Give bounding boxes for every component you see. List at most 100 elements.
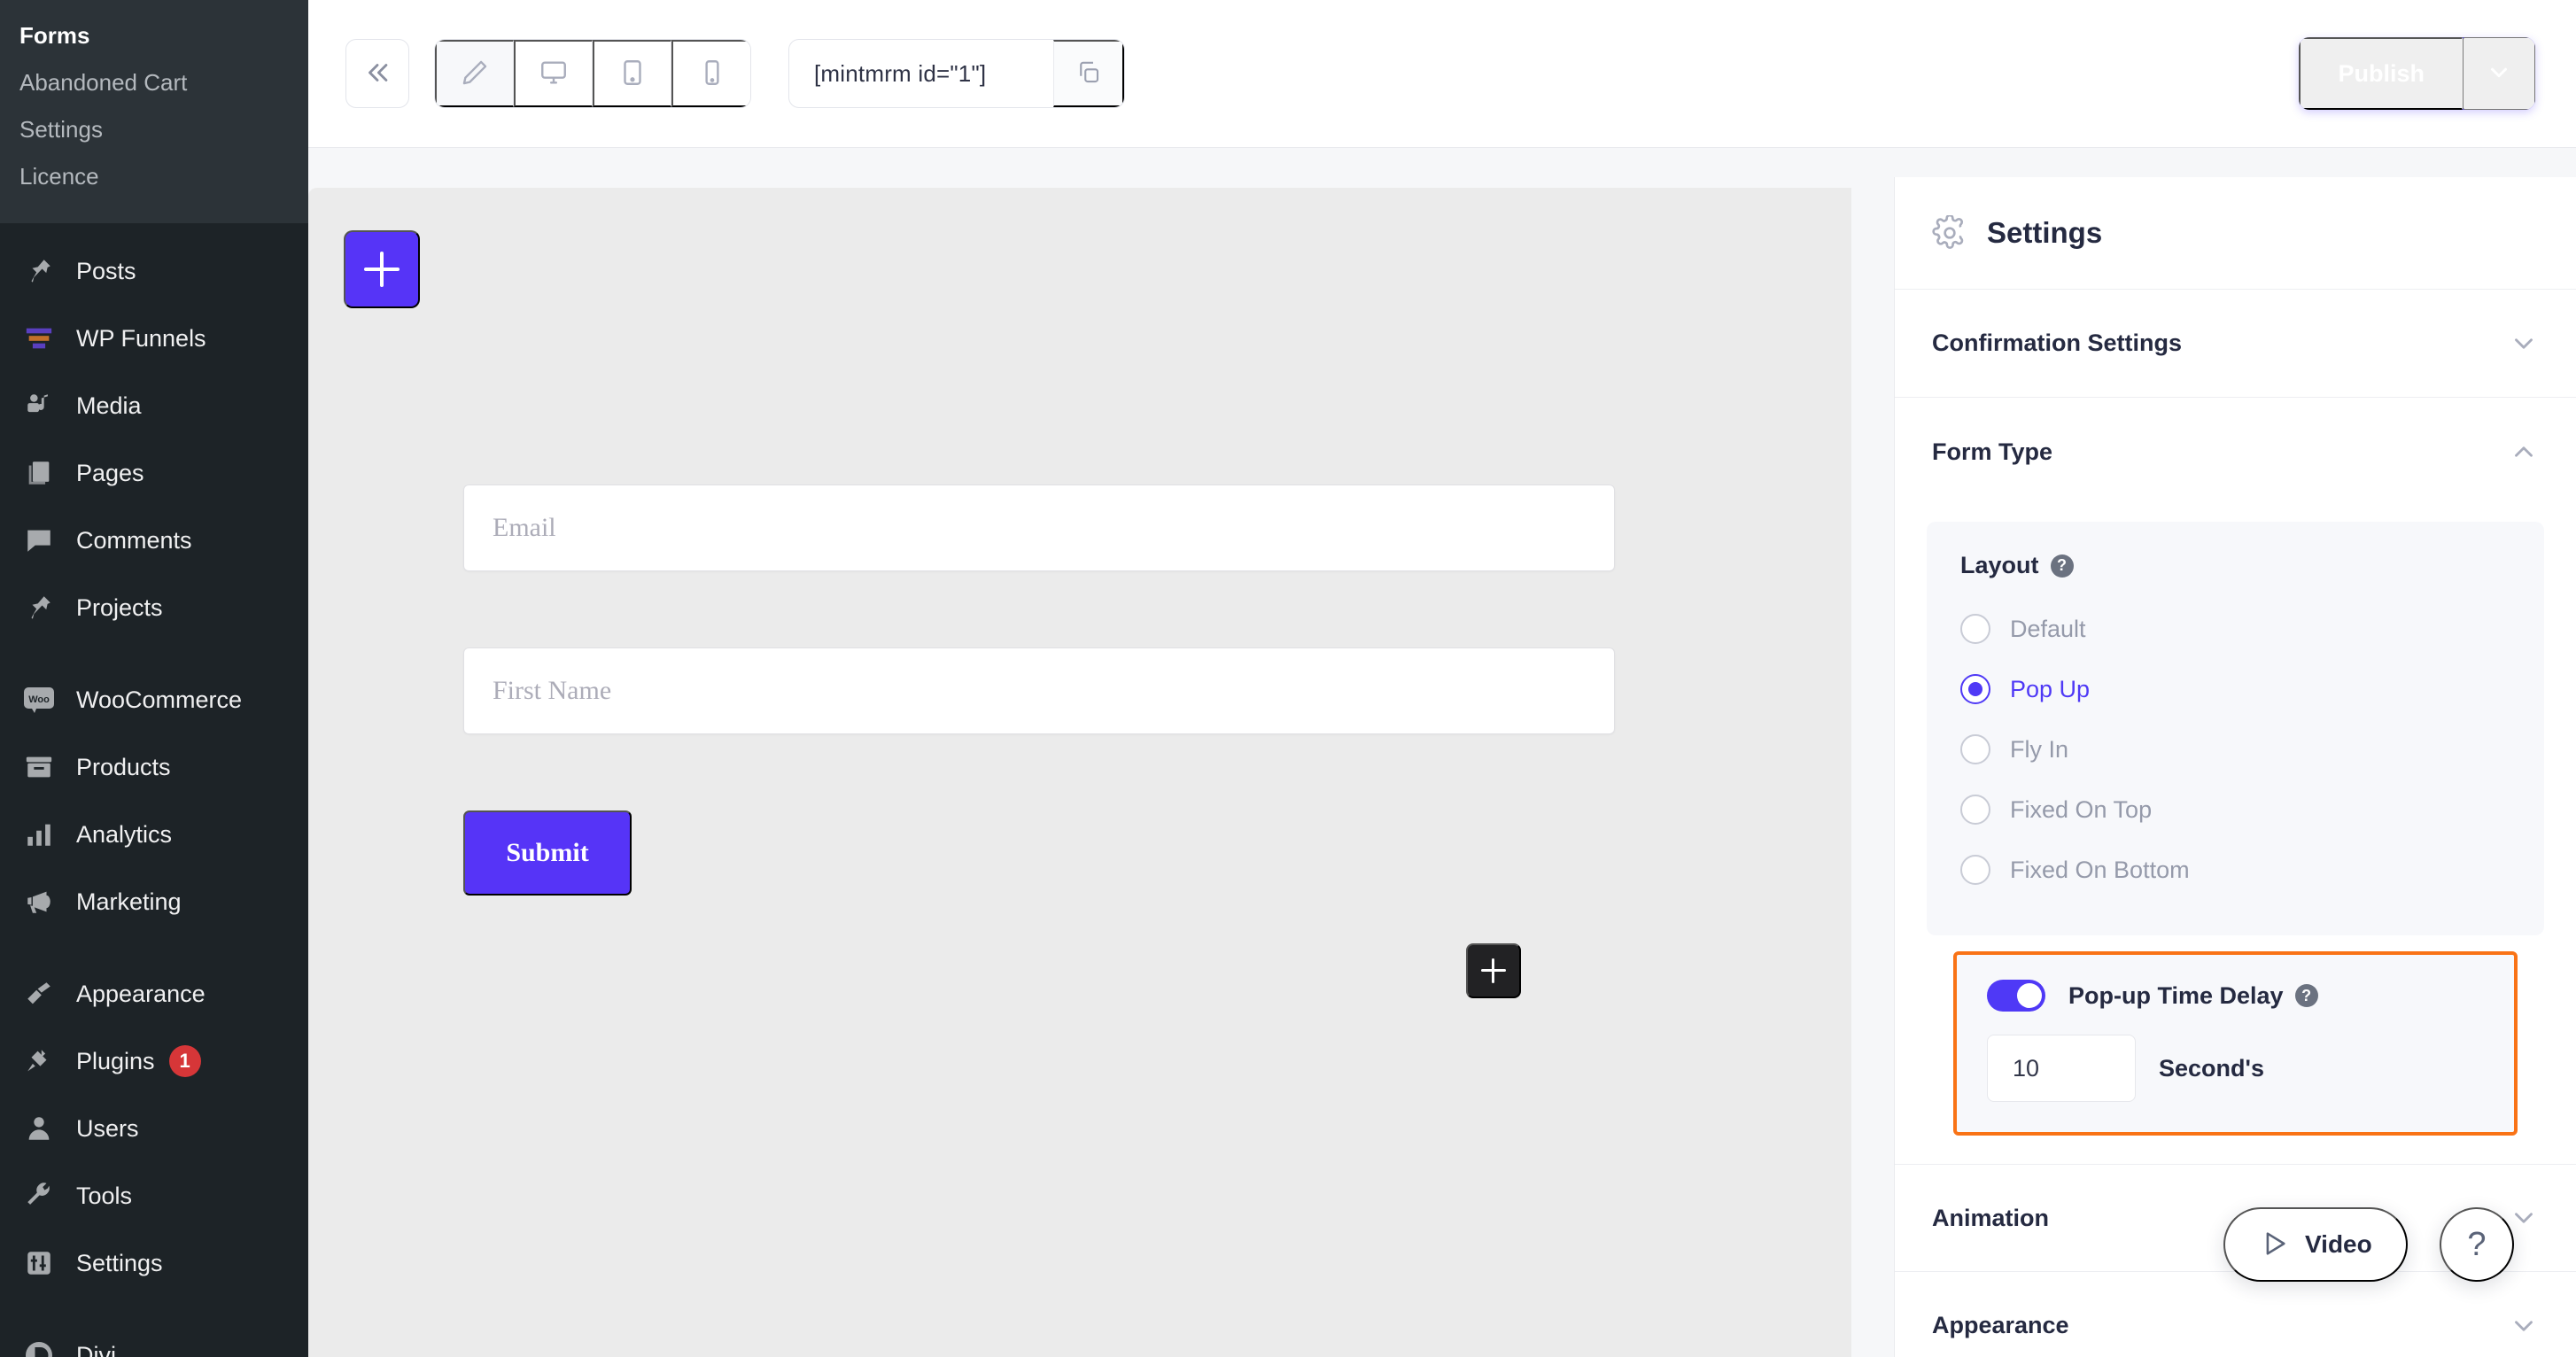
add-block-top-button[interactable] [344, 230, 420, 308]
sidebar-item-tools[interactable]: Tools [0, 1162, 308, 1229]
pages-icon [19, 455, 58, 491]
tablet-icon [617, 58, 648, 90]
plugins-update-badge: 1 [168, 1045, 201, 1078]
sidebar-item-label: Settings [76, 1249, 163, 1276]
sliders-icon [19, 1245, 58, 1281]
popup-delay-input-row: 10 Second's [1987, 1035, 2484, 1102]
copy-shortcode-button[interactable] [1053, 40, 1124, 107]
sidebar-item-label: Projects [76, 593, 163, 621]
device-preview-group [434, 39, 751, 108]
sidebar-subitem-licence[interactable]: Licence [0, 153, 308, 200]
edit-icon [460, 58, 490, 90]
publish-button[interactable]: Publish [2299, 37, 2463, 110]
help-button[interactable]: ? [2440, 1207, 2514, 1282]
sidebar-item-comments[interactable]: Comments [0, 507, 308, 574]
chevron-up-icon [2509, 437, 2539, 467]
sidebar-item-woocommerce[interactable]: Woo WooCommerce [0, 666, 308, 733]
sidebar-item-label: Tools [76, 1182, 133, 1209]
radio-label: Default [2010, 615, 2086, 642]
popup-delay-help-icon[interactable]: ? [2294, 984, 2318, 1007]
products-icon [19, 749, 58, 785]
tab-edit-mode[interactable] [435, 40, 514, 107]
accordion-label: Form Type [1932, 438, 2053, 465]
sidebar-item-label: Users [76, 1114, 139, 1142]
wp-admin-sidebar: Forms Abandoned Cart Settings Licence Po… [0, 0, 308, 1357]
question-icon: ? [2467, 1225, 2487, 1263]
sidebar-item-products[interactable]: Products [0, 733, 308, 801]
radio-layout-fixed-on-top[interactable]: Fixed On Top [1960, 779, 2510, 840]
layout-help-icon[interactable]: ? [2050, 554, 2074, 578]
popup-delay-seconds-input[interactable]: 10 [1987, 1035, 2136, 1102]
radio-icon [1960, 855, 1990, 885]
radio-layout-fixed-on-bottom[interactable]: Fixed On Bottom [1960, 840, 2510, 900]
chevron-down-icon [2486, 59, 2512, 89]
divi-icon [19, 1338, 58, 1357]
accordion-appearance[interactable]: Appearance [1895, 1272, 2576, 1357]
settings-panel-title: Settings [1987, 216, 2103, 249]
radio-layout-default[interactable]: Default [1960, 599, 2510, 659]
video-help-button[interactable]: Video [2223, 1207, 2408, 1282]
first-name-field[interactable]: First Name [463, 647, 1615, 734]
sidebar-item-label: WooCommerce [76, 686, 243, 713]
sidebar-item-media[interactable]: Media [0, 372, 308, 439]
plug-icon [19, 1043, 58, 1079]
sidebar-item-appearance[interactable]: Appearance [0, 960, 308, 1027]
submit-button[interactable]: Submit [463, 810, 632, 896]
sidebar-item-pages[interactable]: Pages [0, 439, 308, 507]
tab-desktop-preview[interactable] [514, 40, 593, 107]
analytics-icon [19, 817, 58, 852]
radio-label: Fixed On Top [2010, 795, 2153, 823]
sidebar-subitem-forms[interactable]: Forms [0, 12, 308, 59]
copy-icon [1075, 59, 1102, 89]
email-field[interactable]: Email [463, 485, 1615, 571]
sidebar-item-label: Posts [76, 257, 136, 284]
comment-icon [19, 523, 58, 558]
accordion-label: Appearance [1932, 1312, 2069, 1338]
radio-label: Pop Up [2010, 675, 2091, 702]
sidebar-subitem-abandoned-cart[interactable]: Abandoned Cart [0, 59, 308, 106]
forms-submenu: Forms Abandoned Cart Settings Licence [0, 0, 308, 224]
popup-delay-unit-label: Second's [2159, 1054, 2264, 1082]
radio-layout-pop-up[interactable]: Pop Up [1960, 659, 2510, 719]
sidebar-item-projects[interactable]: Projects [0, 574, 308, 641]
radio-layout-fly-in[interactable]: Fly In [1960, 719, 2510, 779]
form-canvas: Email First Name Submit [308, 188, 1851, 1357]
svg-text:Woo: Woo [28, 694, 50, 705]
collapse-panel-button[interactable] [345, 39, 409, 108]
sidebar-item-analytics[interactable]: Analytics [0, 801, 308, 868]
media-icon [19, 388, 58, 423]
accordion-form-type[interactable]: Form Type [1895, 398, 2576, 506]
editor-topbar: [mintmrm id="1"] Publish [308, 0, 2576, 148]
sidebar-item-posts[interactable]: Posts [0, 237, 308, 305]
sidebar-item-wp-funnels[interactable]: WP Funnels [0, 305, 308, 372]
add-block-bottom-button[interactable] [1466, 943, 1521, 998]
sidebar-item-marketing[interactable]: Marketing [0, 868, 308, 935]
layout-heading: Layout ? [1960, 552, 2510, 579]
publish-options-button[interactable] [2463, 37, 2535, 110]
form-type-body: Layout ? Default Pop Up Fly In Fixed On … [1895, 506, 2576, 1164]
sidebar-item-label: Marketing [76, 888, 182, 915]
radio-icon [1960, 734, 1990, 764]
chevron-down-icon [2509, 329, 2539, 359]
sidebar-item-label: Divi [76, 1341, 116, 1357]
publish-button-group: Publish [2299, 37, 2535, 110]
popup-time-delay-toggle-row: Pop-up Time Delay ? [1987, 980, 2484, 1012]
tab-tablet-preview[interactable] [593, 40, 671, 107]
popup-time-delay-toggle[interactable] [1987, 980, 2045, 1012]
sidebar-item-plugins[interactable]: Plugins 1 [0, 1027, 308, 1095]
user-icon [19, 1111, 58, 1146]
desktop-icon [539, 58, 569, 90]
sidebar-item-divi[interactable]: Divi [0, 1322, 308, 1357]
settings-panel-header: Settings [1895, 177, 2576, 290]
sidebar-subitem-settings[interactable]: Settings [0, 106, 308, 153]
accordion-confirmation-settings[interactable]: Confirmation Settings [1895, 290, 2576, 398]
sidebar-item-settings[interactable]: Settings [0, 1229, 308, 1297]
accordion-label: Animation [1932, 1204, 2049, 1231]
tab-mobile-preview[interactable] [671, 40, 750, 107]
wp-menu-list: Posts WP Funnels Media Pages Comments Pr… [0, 223, 308, 1357]
form-fields-area: Email First Name Submit [463, 485, 1615, 896]
shortcode-input[interactable]: [mintmrm id="1"] [789, 40, 1053, 107]
sidebar-item-users[interactable]: Users [0, 1095, 308, 1162]
menu-divider [0, 1297, 308, 1322]
